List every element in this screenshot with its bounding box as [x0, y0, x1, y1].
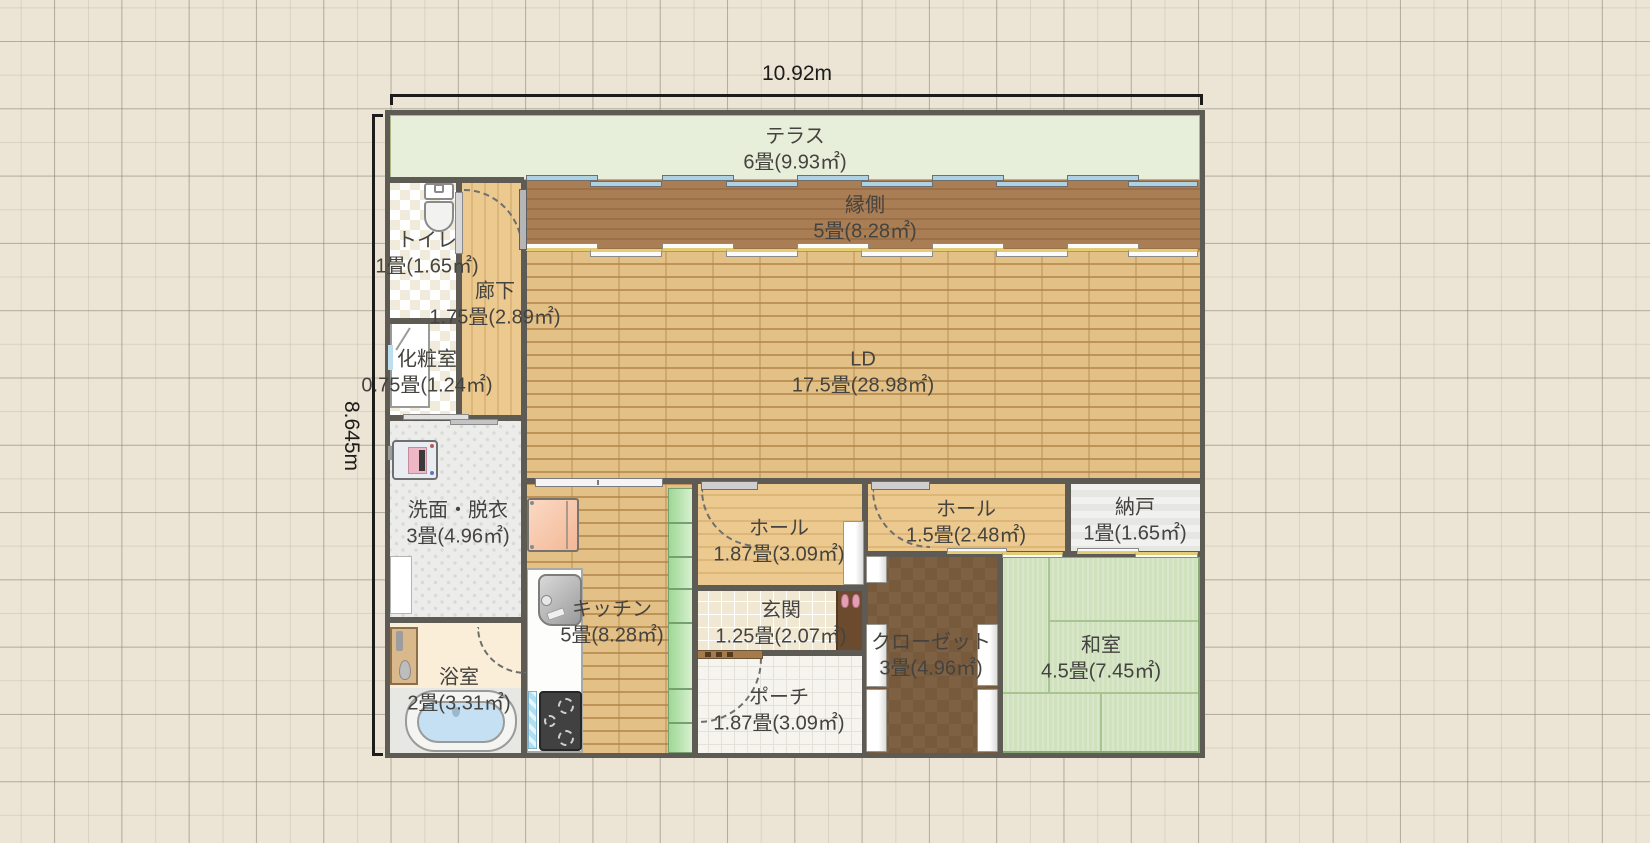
wall [695, 585, 865, 591]
toilet-button-icon [434, 184, 444, 193]
washing-machine-slot [419, 450, 425, 471]
sink-faucet [541, 595, 552, 606]
dimension-tick [372, 114, 383, 117]
sliding-door-track[interactable] [726, 249, 798, 257]
door-hinge [727, 652, 733, 657]
refrigerator-handle [530, 501, 534, 505]
window-sliding[interactable] [726, 181, 798, 187]
dimension-tick [390, 94, 393, 105]
window-sliding[interactable] [662, 175, 734, 181]
wall [390, 617, 524, 623]
door-hinge [705, 652, 711, 657]
sliding-door-panel[interactable] [977, 689, 998, 752]
sliding-door-panel[interactable] [866, 556, 887, 583]
shelf-divider [668, 588, 695, 590]
shelf-divider [668, 556, 695, 558]
room-label-corridor: 廊下 1.75畳(2.89㎡) [429, 280, 561, 329]
sliding-door-panel[interactable] [866, 689, 887, 752]
sliding-door-panel[interactable] [843, 521, 864, 585]
dimension-line-horizontal [390, 94, 1202, 97]
sliding-door-track[interactable] [861, 249, 933, 257]
toilet-bowl-icon[interactable] [424, 201, 454, 232]
dimension-line-vertical [372, 114, 375, 755]
sliding-door-track[interactable] [996, 249, 1068, 257]
dimension-tick [1200, 94, 1203, 105]
sliding-door-track[interactable] [526, 243, 598, 251]
shelf-divider [668, 688, 695, 690]
door-leaf[interactable] [519, 189, 527, 250]
stove-burner [544, 715, 556, 727]
room-label-ld: LD 17.5畳(28.98㎡) [791, 348, 935, 397]
kitchen-hatch-window[interactable] [535, 478, 663, 487]
window-sliding[interactable] [590, 181, 662, 187]
tatami-joint [1100, 692, 1102, 751]
window-divider [597, 480, 599, 485]
window-sliding[interactable] [797, 175, 869, 181]
sliding-door-track[interactable] [1002, 552, 1063, 558]
room-label-washroom: 洗面・脱衣 3畳(4.96㎡) [406, 499, 510, 548]
stove-burner [558, 730, 574, 746]
sliding-door-track[interactable] [1135, 552, 1198, 558]
washing-machine-led [430, 444, 434, 448]
sliding-door-track[interactable] [1128, 249, 1198, 257]
vanity-counter[interactable] [390, 556, 412, 614]
refrigerator-handle [530, 545, 534, 549]
room-label-toilet: トイレ 1畳(1.65㎡) [375, 229, 479, 278]
washing-machine-led [430, 471, 434, 475]
room-label-genkan: 玄関 1.25畳(2.07㎡) [715, 599, 847, 648]
refrigerator-icon[interactable] [527, 498, 579, 552]
sliding-door-track[interactable] [932, 243, 1004, 251]
dimension-width-label: 10.92m [761, 62, 833, 85]
door-hinge [716, 652, 722, 657]
sliding-door[interactable] [450, 419, 498, 425]
room-label-closet: クローゼット 3畳(4.96㎡) [871, 631, 991, 680]
refrigerator-door-line [566, 501, 568, 549]
room-label-kitchen: キッチン 5畳(8.28㎡) [560, 598, 664, 647]
sliding-door-track[interactable] [947, 548, 1007, 554]
shower-icon [396, 631, 403, 651]
room-label-porch: ポーチ 1.87畳(3.09㎡) [713, 686, 845, 735]
room-label-bathroom: 浴室 2畳(3.31㎡) [407, 666, 511, 715]
window-sliding[interactable] [932, 175, 1004, 181]
window-sliding[interactable] [861, 181, 933, 187]
dimension-height-label: 8.645m [340, 400, 363, 472]
wall [1065, 483, 1071, 556]
window-sliding[interactable] [996, 181, 1068, 187]
shelf-divider [668, 622, 695, 624]
stove-burner [558, 698, 574, 714]
wall [692, 483, 698, 753]
window-sliding[interactable] [526, 175, 598, 181]
sliding-door-track[interactable] [1077, 548, 1139, 554]
wall [390, 177, 524, 183]
room-label-washitsu: 和室 4.5畳(7.45㎡) [1040, 634, 1162, 683]
door-leaf[interactable] [871, 481, 930, 490]
room-label-hall1: ホール 1.87畳(3.09㎡) [713, 517, 845, 566]
door-leaf[interactable] [701, 481, 758, 490]
dimension-tick [372, 753, 383, 756]
slippers-icon [852, 594, 860, 608]
room-label-hall2: ホール 1.5畳(2.48㎡) [905, 498, 1027, 547]
sliding-door-track[interactable] [590, 249, 662, 257]
room-label-powder: 化粧室 0.75畳(1.24㎡) [361, 348, 493, 397]
tatami-joint [1048, 620, 1198, 622]
window-sliding[interactable] [1128, 181, 1198, 187]
sliding-door-track[interactable] [662, 243, 734, 251]
shelf-divider [668, 722, 695, 724]
room-label-terrace: テラス 6畳(9.93㎡) [743, 125, 847, 174]
floor-plan-canvas: テラス 6畳(9.93㎡) 縁側 5畳(8.28㎡) LD 17.5畳(28.98㎡)… [0, 0, 1650, 843]
shelf-divider [668, 522, 695, 524]
kitchen-towel-icon [528, 691, 537, 749]
room-label-nando: 納戸 1畳(1.65㎡) [1083, 496, 1187, 545]
room-label-engawa: 縁側 5畳(8.28㎡) [813, 194, 917, 243]
shelf-cabinet-icon[interactable] [668, 488, 695, 753]
